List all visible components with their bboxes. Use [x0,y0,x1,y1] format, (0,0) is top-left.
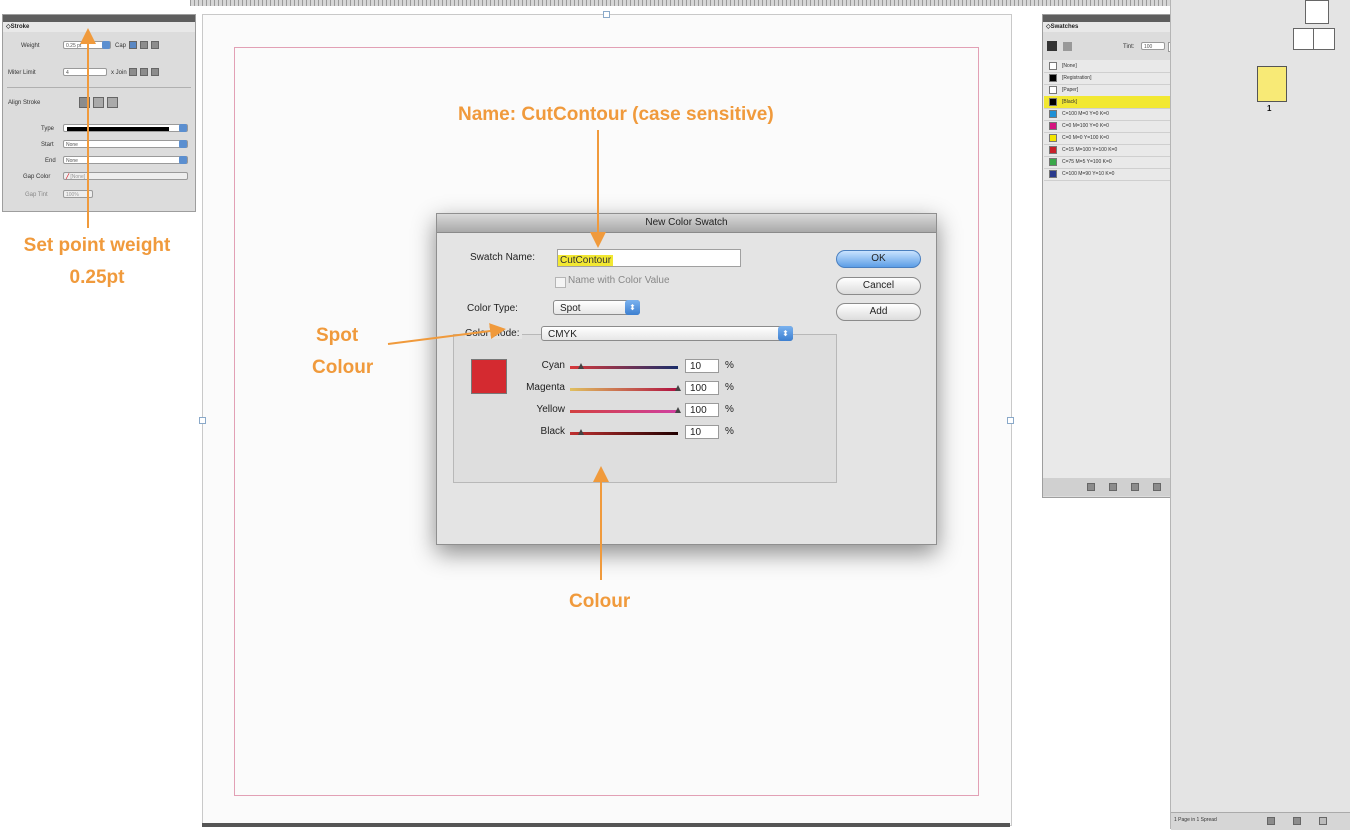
spot-arrow [387,323,506,345]
name-annotation: Name: CutContour (case sensitive) [458,104,774,125]
spot-annotation-line1: Spot [316,325,359,346]
weight-annotation-line1: Set point weight [23,235,171,256]
weight-annotation-line2: 0.25pt [69,267,125,288]
colour-annotation: Colour [569,591,631,612]
spot-annotation-line2: Colour [312,357,374,378]
